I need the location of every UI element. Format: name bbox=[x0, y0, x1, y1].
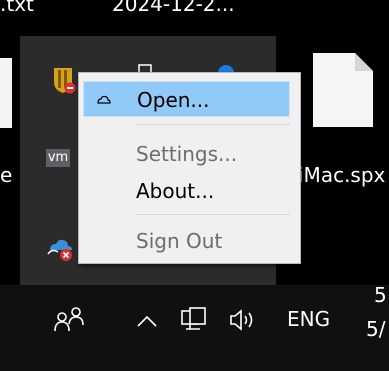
menu-item-about-label: About... bbox=[136, 179, 215, 203]
menu-item-settings[interactable]: Settings... bbox=[83, 136, 290, 172]
desktop-file-label-partial[interactable]: .txt bbox=[0, 0, 34, 16]
clock-date[interactable]: 5/ bbox=[366, 317, 385, 341]
cloud-offline-icon[interactable] bbox=[46, 236, 76, 262]
menu-item-sign-out-label: Sign Out bbox=[136, 229, 223, 253]
menu-separator bbox=[135, 124, 290, 125]
tray-context-menu: Open... Settings... About... Sign Out bbox=[78, 72, 301, 264]
taskbar: ENG 5 5/ bbox=[0, 283, 389, 371]
shield-blocked-icon[interactable] bbox=[52, 66, 76, 94]
desktop-file-icon-partial[interactable] bbox=[0, 58, 12, 128]
menu-item-open-label: Open... bbox=[137, 88, 210, 112]
volume-icon[interactable] bbox=[229, 307, 259, 333]
document-file-icon[interactable] bbox=[313, 53, 373, 127]
clock-time[interactable]: 5 bbox=[374, 283, 387, 307]
menu-item-about[interactable]: About... bbox=[83, 173, 290, 209]
desktop-file-label-imac[interactable]: iMac.spx bbox=[298, 163, 385, 187]
menu-separator bbox=[135, 214, 290, 215]
desktop-file-label-left[interactable]: e bbox=[0, 163, 12, 187]
vmware-icon[interactable]: vm bbox=[46, 149, 70, 167]
menu-item-settings-label: Settings... bbox=[136, 142, 238, 166]
people-icon[interactable] bbox=[54, 305, 88, 335]
language-indicator[interactable]: ENG bbox=[287, 307, 330, 331]
network-icon[interactable] bbox=[180, 307, 208, 335]
menu-item-open[interactable]: Open... bbox=[83, 81, 290, 117]
menu-item-sign-out[interactable]: Sign Out bbox=[83, 223, 290, 259]
cloud-icon bbox=[97, 95, 111, 104]
chevron-up-icon[interactable] bbox=[137, 315, 157, 327]
desktop-date-label-partial: 2024-12-2... bbox=[112, 0, 235, 16]
